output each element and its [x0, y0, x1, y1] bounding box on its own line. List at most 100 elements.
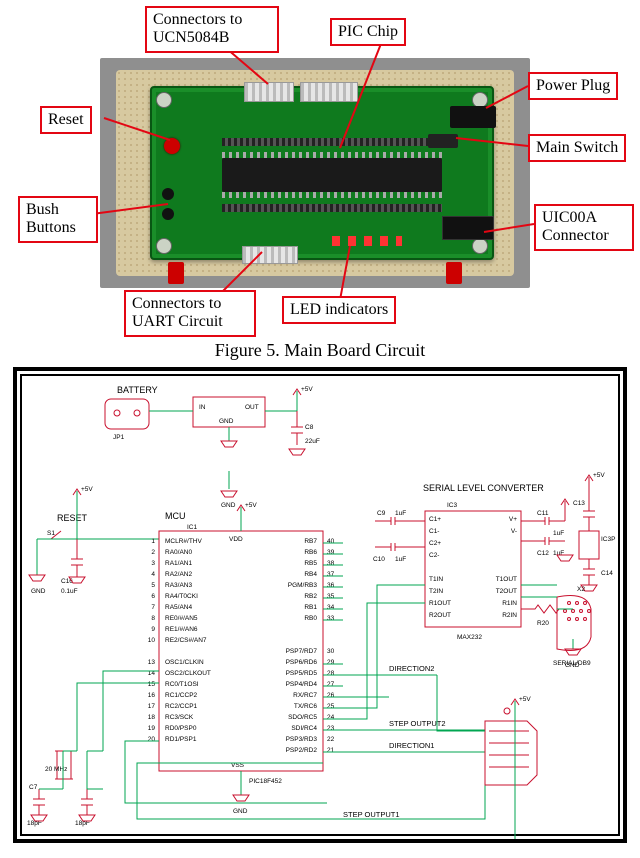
svg-text:RA1/AN1: RA1/AN1: [165, 560, 192, 567]
svg-text:13: 13: [148, 659, 156, 666]
label-c9-val: 1uF: [395, 510, 406, 517]
svg-text:RA4/T0CKI: RA4/T0CKI: [165, 593, 198, 600]
svg-text:19: 19: [148, 725, 156, 732]
svg-text:6: 6: [151, 593, 155, 600]
svg-text:R2OUT: R2OUT: [429, 612, 451, 619]
callout-uart: Connectors toUART Circuit: [124, 290, 256, 337]
callout-lines: [0, 0, 640, 332]
label-gnd-mcu-top: GND: [221, 502, 236, 509]
svg-text:RB0: RB0: [304, 615, 317, 622]
label-5v-ic3p: +5V: [593, 472, 605, 479]
svg-text:SDO/RC5: SDO/RC5: [288, 714, 317, 721]
svg-text:9: 9: [151, 626, 155, 633]
svg-text:21: 21: [327, 747, 335, 754]
svg-text:20: 20: [148, 736, 156, 743]
svg-text:SDI/RC4: SDI/RC4: [291, 725, 317, 732]
label-reset: RESET: [57, 513, 88, 523]
svg-text:RC3/SCK: RC3/SCK: [165, 714, 194, 721]
label-x2: X2: [577, 586, 585, 593]
svg-text:RC0/T1OSI: RC0/T1OSI: [165, 681, 199, 688]
svg-text:R1OUT: R1OUT: [429, 600, 451, 607]
callout-power: Power Plug: [528, 72, 618, 100]
svg-text:R2IN: R2IN: [502, 612, 517, 619]
svg-text:22: 22: [327, 736, 335, 743]
svg-text:PSP4/RD4: PSP4/RD4: [286, 681, 318, 688]
svg-text:T1OUT: T1OUT: [496, 576, 517, 583]
label-reg-in: IN: [199, 404, 206, 411]
svg-text:RD1/PSP1: RD1/PSP1: [165, 736, 197, 743]
svg-text:38: 38: [327, 560, 335, 567]
svg-text:RA0/AN0: RA0/AN0: [165, 549, 192, 556]
label-c11-val: 1uF: [553, 530, 564, 537]
svg-text:OSC1/CLKIN: OSC1/CLKIN: [165, 659, 204, 666]
svg-text:C2-: C2-: [429, 552, 439, 559]
svg-text:RC2/CCP1: RC2/CCP1: [165, 703, 198, 710]
label-xtal: 20 MHz: [45, 766, 67, 773]
svg-text:37: 37: [327, 571, 335, 578]
label-c14: C14: [601, 570, 613, 577]
svg-text:25: 25: [327, 703, 335, 710]
label-max232: MAX232: [457, 634, 482, 641]
svg-text:27: 27: [327, 681, 335, 688]
callout-bush: BushButtons: [18, 196, 98, 243]
svg-text:TX/RC6: TX/RC6: [294, 703, 318, 710]
label-serial-converter: SERIAL LEVEL CONVERTER: [423, 483, 544, 493]
svg-text:RA5/AN4: RA5/AN4: [165, 604, 192, 611]
label-5v-1: +5V: [301, 386, 313, 393]
svg-text:V+: V+: [509, 516, 517, 523]
svg-text:35: 35: [327, 593, 335, 600]
svg-text:30: 30: [327, 648, 335, 655]
svg-text:24: 24: [327, 714, 335, 721]
label-direction2: DIRECTION2: [389, 664, 434, 673]
svg-text:33: 33: [327, 615, 335, 622]
label-gnd-db9: GND: [565, 662, 580, 669]
label-pic18f452: PIC18F452: [249, 778, 282, 785]
label-reg-out: OUT: [245, 404, 259, 411]
label-c13: C13: [573, 500, 585, 507]
svg-text:36: 36: [327, 582, 335, 589]
svg-text:RB4: RB4: [304, 571, 317, 578]
svg-text:T2OUT: T2OUT: [496, 588, 517, 595]
label-step1: STEP OUTPUT1: [343, 810, 400, 819]
callout-uic: UIC00AConnector: [534, 204, 634, 251]
svg-text:28: 28: [327, 670, 335, 677]
svg-text:PSP6/RD6: PSP6/RD6: [286, 659, 318, 666]
svg-text:PSP3/RD3: PSP3/RD3: [286, 736, 318, 743]
svg-text:8: 8: [151, 615, 155, 622]
svg-text:15: 15: [148, 681, 156, 688]
label-c9: C9: [377, 510, 386, 517]
svg-text:7: 7: [151, 604, 155, 611]
label-ic3: IC3: [447, 502, 458, 509]
label-c7: C7: [29, 784, 38, 791]
svg-text:OSC2/CLKOUT: OSC2/CLKOUT: [165, 670, 211, 677]
label-c12: C12: [537, 550, 549, 557]
svg-text:5: 5: [151, 582, 155, 589]
svg-text:23: 23: [327, 725, 335, 732]
label-gnd-reset: GND: [31, 588, 46, 595]
schematic-figure: BATTERY JP1 IN OUT GND +5V C8 22uF RESET…: [13, 367, 627, 843]
svg-text:34: 34: [327, 604, 335, 611]
callout-main-switch: Main Switch: [528, 134, 626, 162]
label-c8: C8: [305, 424, 314, 431]
svg-text:RD0/PSP0: RD0/PSP0: [165, 725, 197, 732]
svg-text:RE2/CS#/AN7: RE2/CS#/AN7: [165, 637, 207, 644]
figure5-photo-area: Connectors toUCN5084B PIC Chip Power Plu…: [0, 0, 640, 332]
label-5v-reset: +5V: [81, 486, 93, 493]
label-jp1: JP1: [113, 434, 125, 441]
svg-text:RB7: RB7: [304, 538, 317, 545]
label-c11: C11: [537, 510, 549, 517]
svg-text:PSP2/RD2: PSP2/RD2: [286, 747, 318, 754]
svg-text:26: 26: [327, 692, 335, 699]
svg-text:T1IN: T1IN: [429, 576, 443, 583]
svg-text:R1IN: R1IN: [502, 600, 517, 607]
figure5-caption: Figure 5. Main Board Circuit: [0, 340, 640, 361]
svg-text:RE0/#/AN5: RE0/#/AN5: [165, 615, 198, 622]
svg-text:RB2: RB2: [304, 593, 317, 600]
label-5v-mcu: +5V: [245, 502, 257, 509]
svg-text:MCLR#/THV: MCLR#/THV: [165, 538, 203, 545]
label-ic3p: IC3P: [601, 536, 615, 543]
svg-text:V-: V-: [511, 528, 517, 535]
svg-text:RA2/AN2: RA2/AN2: [165, 571, 192, 578]
svg-text:C1-: C1-: [429, 528, 439, 535]
label-5v-hdr: +5V: [519, 696, 531, 703]
